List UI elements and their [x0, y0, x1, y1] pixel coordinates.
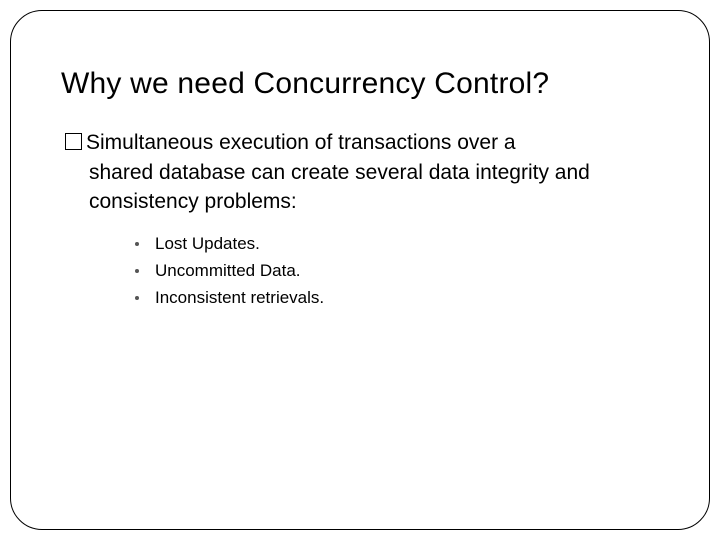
sub-bullet-list: Lost Updates. Uncommitted Data. Inconsis…: [135, 230, 659, 312]
slide-frame: Why we need Concurrency Control? Simulta…: [10, 10, 710, 530]
list-item-label: Inconsistent retrievals.: [155, 284, 324, 311]
paragraph-line-1: Simultaneous execution of transactions o…: [65, 129, 659, 157]
dot-icon: [135, 296, 139, 300]
list-item-label: Uncommitted Data.: [155, 257, 301, 284]
list-item-label: Lost Updates.: [155, 230, 260, 257]
paragraph-text-first: Simultaneous execution of transactions o…: [86, 129, 516, 157]
list-item: Inconsistent retrievals.: [135, 284, 659, 311]
dot-icon: [135, 242, 139, 246]
list-item: Lost Updates.: [135, 230, 659, 257]
paragraph-text-rest: shared database can create several data …: [89, 159, 659, 216]
list-item: Uncommitted Data.: [135, 257, 659, 284]
square-bullet-icon: [65, 133, 82, 150]
slide-title: Why we need Concurrency Control?: [61, 67, 659, 101]
dot-icon: [135, 269, 139, 273]
slide-body: Simultaneous execution of transactions o…: [65, 129, 659, 312]
